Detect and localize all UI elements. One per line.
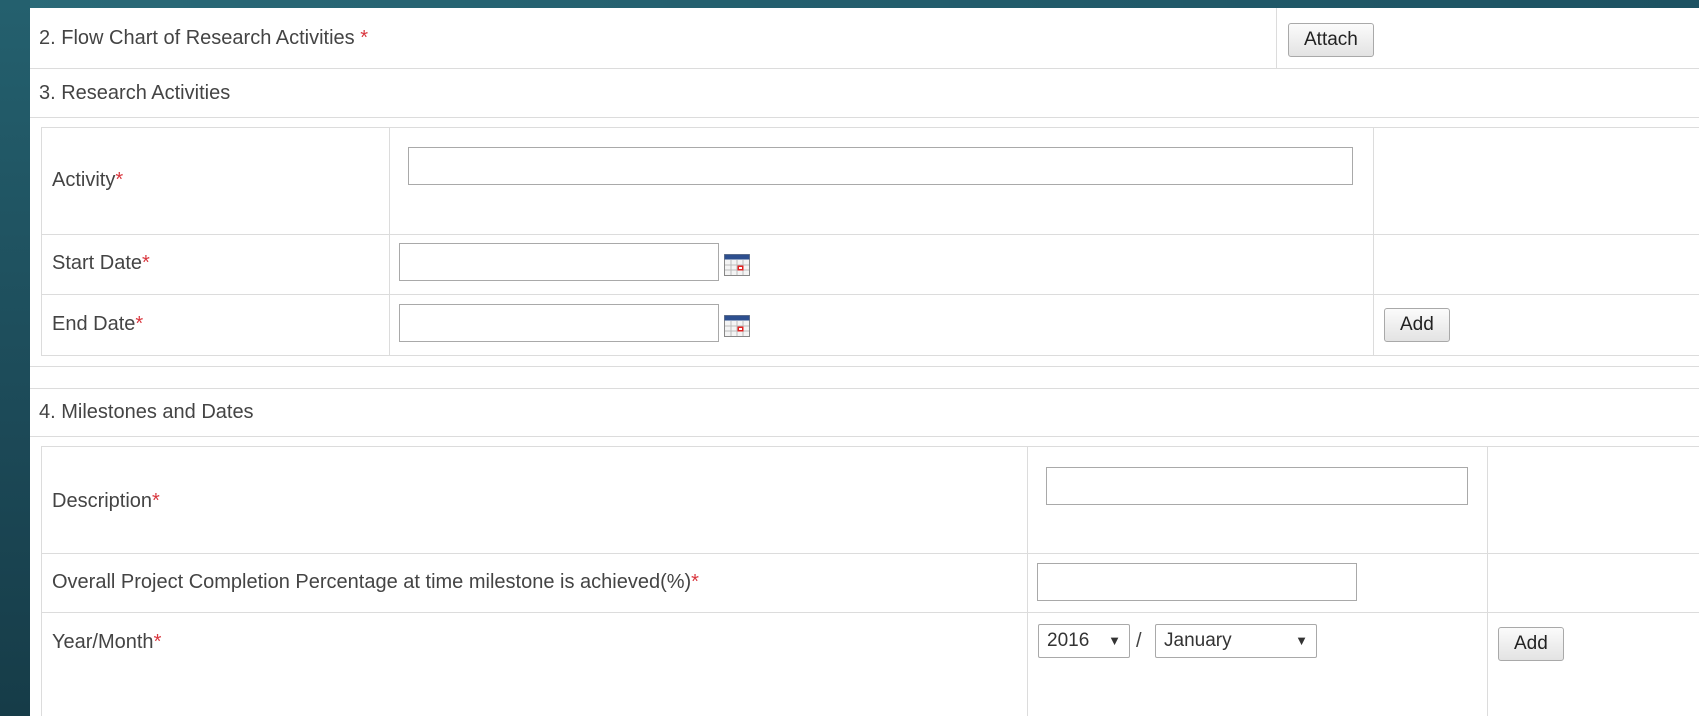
milestones-table: Description* Overall Project Completion … [41, 446, 1699, 716]
flow-chart-row: 2. Flow Chart of Research Activities * A… [30, 8, 1699, 69]
description-label: Description* [52, 490, 160, 512]
start-date-label: Start Date* [52, 252, 150, 274]
required-marker: * [152, 490, 160, 512]
completion-percentage-label: Overall Project Completion Percentage at… [52, 571, 699, 593]
required-marker: * [142, 252, 150, 274]
row-divider [42, 234, 1699, 235]
chevron-down-icon: ▼ [1295, 633, 1308, 648]
activity-input[interactable] [408, 147, 1353, 185]
window-frame-top [0, 0, 1699, 8]
end-date-input[interactable] [399, 304, 719, 342]
chevron-down-icon: ▼ [1108, 633, 1121, 648]
calendar-icon[interactable] [724, 315, 750, 337]
row-divider [42, 553, 1699, 554]
year-month-separator: / [1136, 630, 1142, 652]
form-panel: 2. Flow Chart of Research Activities * A… [30, 8, 1699, 716]
required-marker: * [135, 313, 144, 335]
required-marker: * [360, 27, 369, 49]
research-activities-title: 3. Research Activities [39, 82, 231, 104]
completion-percentage-input[interactable] [1037, 563, 1357, 601]
year-select[interactable]: 2016 ▼ [1038, 624, 1130, 658]
month-select[interactable]: January ▼ [1155, 624, 1317, 658]
column-divider [1373, 128, 1374, 355]
window-frame-left [0, 0, 30, 716]
column-divider [389, 128, 390, 355]
add-milestone-button[interactable]: Add [1498, 627, 1564, 661]
research-activities-table: Activity* Start Date* End Date* Add [41, 127, 1699, 356]
year-month-label: Year/Month* [52, 631, 162, 653]
flow-chart-divider [1276, 8, 1277, 68]
description-input[interactable] [1046, 467, 1468, 505]
required-marker: * [153, 631, 162, 653]
activity-label: Activity* [52, 169, 124, 191]
start-date-input[interactable] [399, 243, 719, 281]
month-select-value: January [1164, 630, 1232, 651]
required-marker: * [691, 571, 699, 593]
flow-chart-label: 2. Flow Chart of Research Activities * [39, 27, 369, 49]
column-divider [1487, 447, 1488, 716]
milestones-header: 4. Milestones and Dates [30, 389, 1699, 437]
required-marker: * [115, 169, 124, 191]
row-divider [30, 366, 1699, 367]
add-activity-button[interactable]: Add [1384, 308, 1450, 342]
calendar-icon[interactable] [724, 254, 750, 276]
attach-button[interactable]: Attach [1288, 23, 1374, 57]
research-activities-header: 3. Research Activities [30, 69, 1699, 118]
end-date-label: End Date* [52, 313, 144, 335]
column-divider [1027, 447, 1028, 716]
year-select-value: 2016 [1047, 630, 1090, 651]
milestones-title: 4. Milestones and Dates [39, 401, 254, 423]
row-divider [42, 612, 1699, 613]
row-divider [42, 294, 1699, 295]
